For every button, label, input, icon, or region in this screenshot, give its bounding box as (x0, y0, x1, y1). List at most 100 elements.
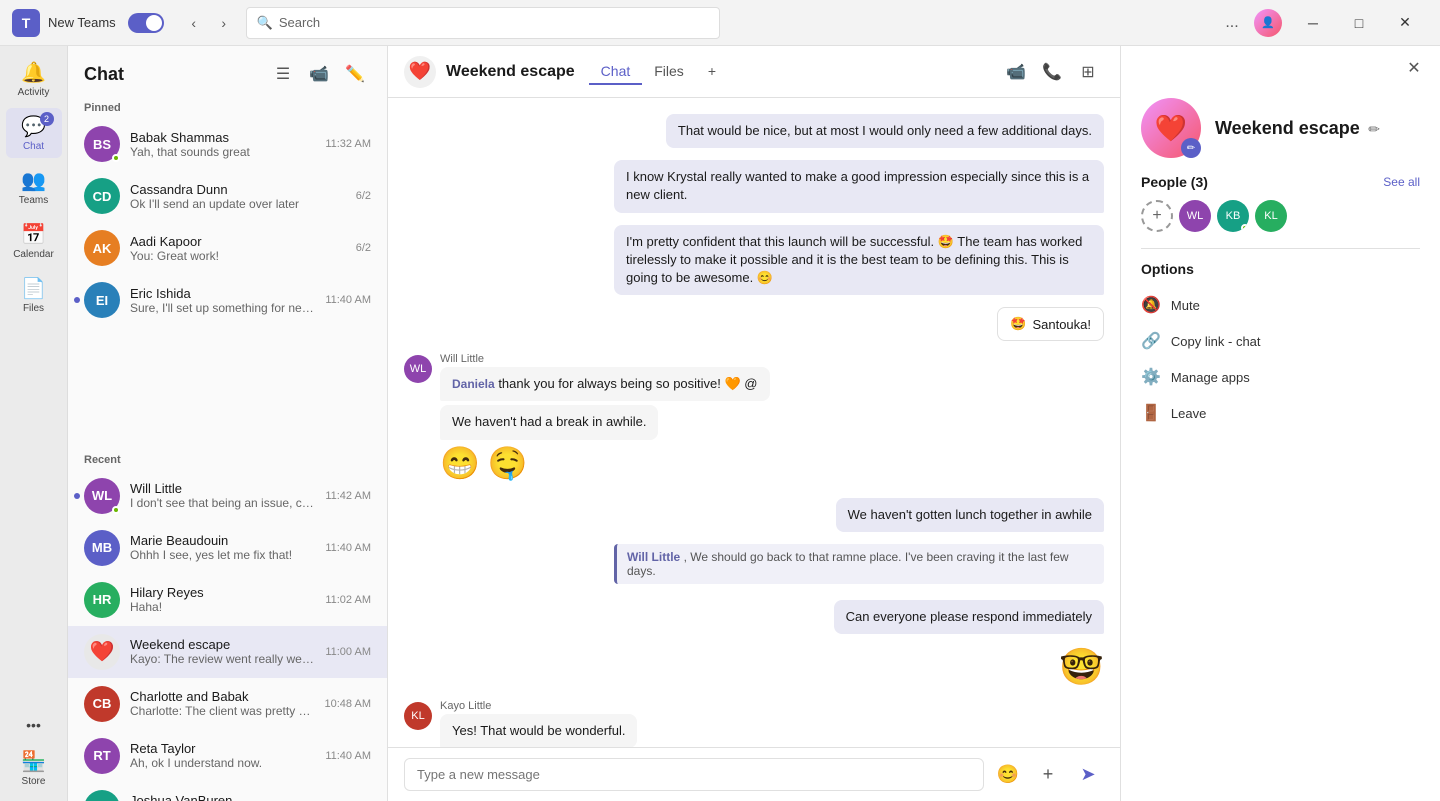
sidebar-item-store[interactable]: 🏪 Store (6, 743, 62, 793)
contact-name: Aadi Kapoor (130, 234, 346, 249)
more-button[interactable]: ... (1218, 9, 1246, 37)
send-button[interactable]: ➤ (1072, 759, 1104, 791)
chat-item-info: Cassandra Dunn Ok I'll send an update ov… (130, 182, 346, 211)
new-teams-toggle[interactable] (128, 13, 164, 33)
window-min-max-close: ─ □ ✕ (1290, 7, 1428, 39)
files-label: Files (23, 303, 44, 314)
emoji-picker-button[interactable]: 😊 (992, 759, 1024, 791)
tab-chat[interactable]: Chat (589, 59, 643, 85)
contact-name: Cassandra Dunn (130, 182, 346, 197)
leave-option[interactable]: 🚪 Leave (1141, 395, 1420, 431)
panel-people-section: People (3) See all + WL KB KL (1121, 174, 1440, 248)
list-item[interactable]: ❤️ Weekend escape Kayo: The review went … (68, 626, 387, 678)
list-item[interactable]: WL Will Little I don't see that being an… (68, 470, 387, 522)
recent-label: Recent (68, 450, 387, 470)
list-item[interactable]: MB Marie Beaudouin Ohhh I see, yes let m… (68, 522, 387, 574)
chat-header-actions: 📹 📞 ⊞ (1000, 56, 1104, 88)
sidebar-item-teams[interactable]: 👥 Teams (6, 162, 62, 212)
audio-button[interactable]: 📞 (1036, 56, 1068, 88)
add-person-button[interactable]: + (1141, 200, 1173, 232)
avatar-wrap: EI (84, 282, 120, 318)
panel-group-avatar: ❤️ ✏ (1141, 98, 1201, 158)
teams-label: Teams (19, 195, 48, 206)
more-icon: ••• (26, 717, 41, 733)
emoji-grin: 😁 (440, 444, 480, 482)
window-controls: ... 👤 ─ □ ✕ (1218, 7, 1428, 39)
contact-name: Hilary Reyes (130, 585, 315, 600)
avatar-wrap: BS (84, 126, 120, 162)
message-time: 11:40 AM (325, 542, 371, 554)
search-icon: 🔍 (257, 15, 273, 31)
list-item[interactable]: HR Hilary Reyes Haha! 11:02 AM (68, 574, 387, 626)
avatar-wrap: RT (84, 738, 120, 774)
sidebar-item-activity[interactable]: 🔔 Activity (6, 54, 62, 104)
list-item[interactable]: RT Reta Taylor Ah, ok I understand now. … (68, 730, 387, 782)
filter-button[interactable]: ☰ (267, 58, 299, 90)
list-item[interactable]: CD Cassandra Dunn Ok I'll send an update… (68, 170, 387, 222)
contact-name: Charlotte and Babak (130, 689, 315, 704)
received-message-wrap: KL Kayo Little Yes! That would be wonder… (404, 700, 1104, 747)
message-content: Will Little Daniela thank you for always… (440, 353, 1104, 485)
chat-sidebar-header: Chat ☰ 📹 ✏️ (68, 46, 387, 98)
minimize-button[interactable]: ─ (1290, 7, 1336, 39)
sidebar-item-files[interactable]: 📄 Files (6, 270, 62, 320)
forward-button[interactable]: › (210, 9, 238, 37)
avatar: HR (84, 582, 120, 618)
nav-buttons: ‹ › (180, 9, 238, 37)
search-bar[interactable]: 🔍 Search (246, 7, 720, 39)
list-item[interactable]: EI Eric Ishida Sure, I'll set up somethi… (68, 274, 387, 326)
message-time: 6/2 (356, 190, 371, 202)
people-section-title: People (3) (1141, 174, 1208, 190)
people-row: + WL KB KL (1141, 200, 1420, 232)
attach-button[interactable]: + (1032, 759, 1064, 791)
message-preview: You: Great work! (130, 249, 346, 263)
list-item[interactable]: CB Charlotte and Babak Charlotte: The cl… (68, 678, 387, 730)
sent-message: We haven't gotten lunch together in awhi… (836, 498, 1104, 532)
manage-apps-option[interactable]: ⚙️ Manage apps (1141, 359, 1420, 395)
edit-avatar-button[interactable]: ✏ (1181, 138, 1201, 158)
expand-button[interactable]: ⊞ (1072, 56, 1104, 88)
back-button[interactable]: ‹ (180, 9, 208, 37)
message-row: Can everyone please respond immediately (404, 600, 1104, 634)
pinned-chat-list: BS Babak Shammas Yah, that sounds great … (68, 118, 387, 450)
list-item[interactable]: JV Joshua VanBuren Thanks for reviewing!… (68, 782, 387, 801)
emoji-row: 😁 🤤 (440, 440, 1104, 486)
list-item[interactable]: AK Aadi Kapoor You: Great work! 6/2 (68, 222, 387, 274)
close-button[interactable]: ✕ (1382, 7, 1428, 39)
video-button[interactable]: 📹 (1000, 56, 1032, 88)
received-message-wrap: WL Will Little Daniela thank you for alw… (404, 353, 1104, 485)
member-avatar: KL (1255, 200, 1287, 232)
contact-name: Will Little (130, 481, 315, 496)
see-all-button[interactable]: See all (1383, 175, 1420, 189)
teams-icon: 👥 (21, 168, 46, 193)
received-bubble: Daniela thank you for always being so po… (440, 367, 770, 401)
chat-item-info: Marie Beaudouin Ohhh I see, yes let me f… (130, 533, 315, 562)
video-call-button[interactable]: 📹 (303, 58, 335, 90)
mention-name: Daniela (452, 377, 495, 391)
chat-item-info: Joshua VanBuren Thanks for reviewing! (130, 793, 315, 801)
maximize-button[interactable]: □ (1336, 7, 1382, 39)
message-sender-avatar: WL (404, 355, 432, 383)
user-avatar[interactable]: 👤 (1254, 9, 1282, 37)
close-panel-button[interactable]: ✕ (1400, 54, 1428, 82)
list-item[interactable]: BS Babak Shammas Yah, that sounds great … (68, 118, 387, 170)
avatar-wrap: JV (84, 790, 120, 801)
message-preview: Ok I'll send an update over later (130, 197, 346, 211)
copy-link-option[interactable]: 🔗 Copy link - chat (1141, 323, 1420, 359)
people-section-header: People (3) See all (1141, 174, 1420, 190)
chat-sidebar: Chat ☰ 📹 ✏️ Pinned BS Babak Shammas Yah,… (68, 46, 388, 801)
store-label: Store (22, 776, 46, 787)
add-tab-button[interactable]: + (696, 59, 728, 85)
sidebar-item-more[interactable]: ••• (6, 711, 62, 739)
sidebar-item-calendar[interactable]: 📅 Calendar (6, 216, 62, 266)
mute-option[interactable]: 🔕 Mute (1141, 287, 1420, 323)
edit-name-icon[interactable]: ✏ (1368, 121, 1380, 137)
new-chat-button[interactable]: ✏️ (339, 58, 371, 90)
contact-name: Reta Taylor (130, 741, 315, 756)
sidebar-item-chat[interactable]: 2 💬 Chat (6, 108, 62, 158)
calendar-icon: 📅 (21, 222, 46, 247)
message-input[interactable] (404, 758, 984, 791)
member-avatar: WL (1179, 200, 1211, 232)
emoji-drool: 🤤 (488, 444, 528, 482)
tab-files[interactable]: Files (642, 59, 696, 85)
